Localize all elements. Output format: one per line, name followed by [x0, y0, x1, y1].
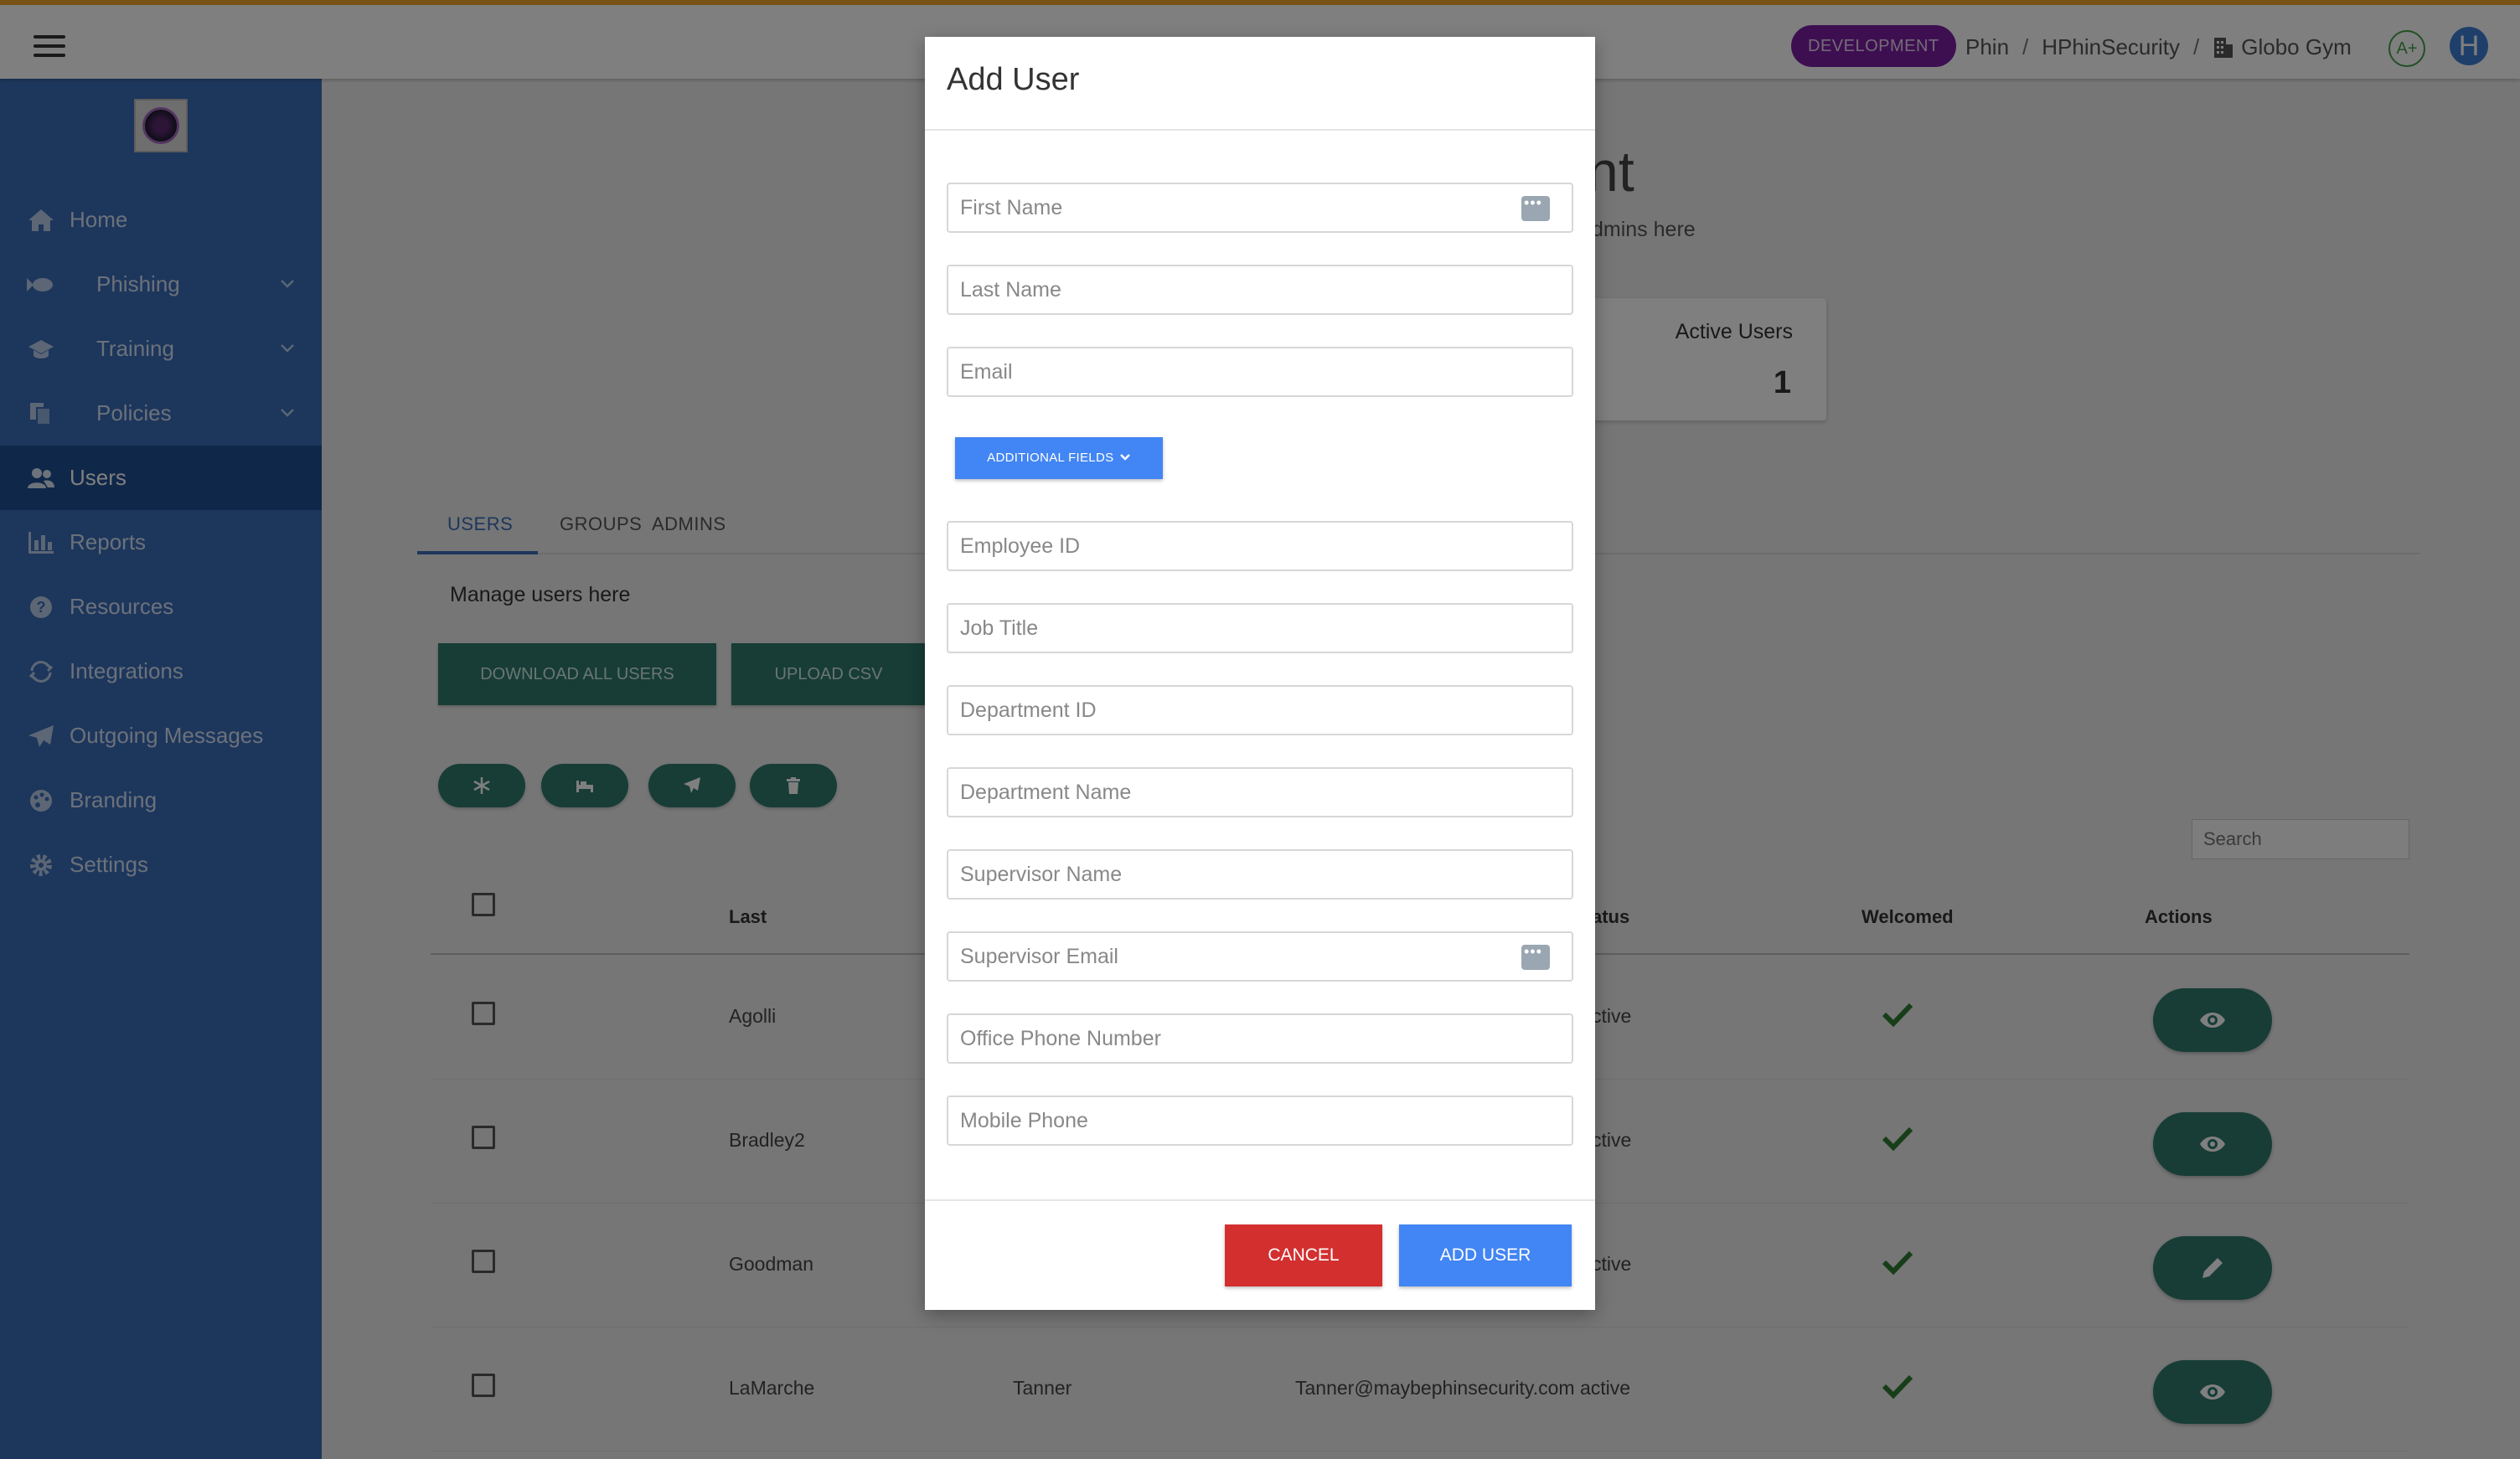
- job-title-field[interactable]: [947, 603, 1573, 653]
- department-id-field[interactable]: [947, 685, 1573, 735]
- dialog-header-divider: [925, 129, 1595, 131]
- last-name-field[interactable]: [947, 265, 1573, 315]
- first-name-field[interactable]: [947, 183, 1573, 233]
- cancel-button[interactable]: CANCEL: [1225, 1224, 1382, 1286]
- additional-fields-button[interactable]: ADDITIONAL FIELDS: [955, 437, 1163, 479]
- supervisor-email-field[interactable]: [947, 931, 1573, 982]
- department-name-field[interactable]: [947, 767, 1573, 817]
- dialog-footer-divider: [925, 1199, 1595, 1201]
- dialog-title: Add User: [947, 62, 1080, 97]
- add-user-dialog: Add User ADDITIONAL FIELDS CANCEL ADD US…: [925, 37, 1595, 1310]
- autofill-key-icon[interactable]: [1521, 194, 1550, 221]
- email-field[interactable]: [947, 347, 1573, 397]
- office-phone-field[interactable]: [947, 1013, 1573, 1064]
- supervisor-name-field[interactable]: [947, 849, 1573, 900]
- mobile-phone-field[interactable]: [947, 1096, 1573, 1146]
- additional-fields-label: ADDITIONAL FIELDS: [987, 451, 1114, 465]
- employee-id-field[interactable]: [947, 521, 1573, 571]
- autofill-key-icon[interactable]: [1521, 943, 1550, 970]
- chevron-down-icon: [1119, 454, 1130, 461]
- add-user-button[interactable]: ADD USER: [1399, 1224, 1572, 1286]
